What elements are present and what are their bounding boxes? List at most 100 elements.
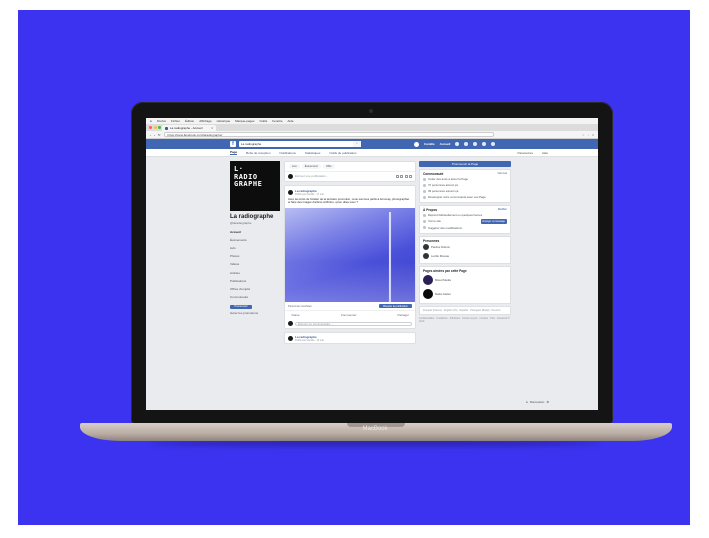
- photo-icon[interactable]: [395, 174, 399, 178]
- nav-item[interactable]: Communauté: [230, 294, 280, 302]
- manage-promotions-link[interactable]: Gérer les promotions: [230, 311, 280, 315]
- nav-item[interactable]: Événements: [230, 236, 280, 244]
- community-line[interactable]: Inviter des amis à aimer la Page: [428, 177, 468, 181]
- menu-item[interactable]: Historique: [217, 119, 231, 123]
- notifications-icon[interactable]: [473, 142, 478, 146]
- tab-notifications[interactable]: Notifications: [280, 151, 296, 155]
- post-text: Avec les Amis de l'Atelier de la dernièr…: [288, 196, 410, 205]
- promote-button[interactable]: Promouvoir: [230, 304, 252, 309]
- home-link[interactable]: Accueil: [440, 142, 451, 146]
- languages-card[interactable]: Français (France) · English (US) · Españ…: [419, 305, 511, 315]
- chat-label[interactable]: Discussion: [530, 400, 545, 404]
- liked-page-name[interactable]: Radio Atelier: [435, 292, 451, 296]
- comment-button[interactable]: Commenter: [341, 313, 357, 317]
- send-message-button[interactable]: Envoyer un message: [480, 219, 507, 224]
- liked-page-avatar[interactable]: [423, 274, 433, 285]
- page-profile-picture[interactable]: L· RADIO GRAPHE: [230, 161, 280, 211]
- tab-page[interactable]: Page: [230, 150, 238, 155]
- tag-icon[interactable]: [404, 174, 408, 178]
- post-photo[interactable]: [285, 207, 415, 302]
- edit-link[interactable]: Modifier: [498, 208, 507, 212]
- menu-icon[interactable]: ≡: [592, 133, 594, 137]
- person-name[interactable]: Pauline Dubois: [431, 245, 450, 249]
- about-line[interactable]: Suggérer des modifications: [428, 226, 462, 230]
- menu-item[interactable]: Outils: [260, 119, 268, 123]
- address-bar-row: ‹ › ↻ https://www.facebook.com/laradiogr…: [146, 131, 598, 139]
- menu-item[interactable]: Firefox: [157, 119, 166, 123]
- help-icon[interactable]: [482, 142, 487, 146]
- community-line[interactable]: Développer votre communauté avec une Pag…: [428, 195, 486, 199]
- tab-insights[interactable]: Statistiques: [305, 151, 321, 155]
- post-avatar[interactable]: [288, 189, 293, 195]
- nav-item[interactable]: Photos: [230, 253, 280, 261]
- close-window-button[interactable]: [149, 126, 152, 129]
- menu-item[interactable]: Fenêtre: [272, 119, 282, 123]
- like-button[interactable]: J'aime: [291, 313, 300, 317]
- menu-item[interactable]: Affichage: [199, 119, 211, 123]
- chat-bar[interactable]: ● Discussion ⚙: [526, 400, 549, 404]
- page-nav: Accueil Événements Avis Photos Vidéos Ar…: [230, 228, 280, 302]
- more-icon[interactable]: [409, 174, 412, 178]
- post-meta: Publié par Camille · 16 mai ·: [295, 339, 326, 343]
- footer-links[interactable]: Confidentialité · Conditions · Publicité…: [419, 317, 511, 323]
- url-field[interactable]: https://www.facebook.com/laradiographe/: [163, 132, 494, 137]
- device-brand: MacBook: [362, 426, 388, 432]
- nav-item[interactable]: Publications: [230, 277, 280, 285]
- community-card: Communauté Voir tout Inviter des amis à a…: [419, 169, 511, 204]
- tab-inbox[interactable]: Boîte de réception: [246, 151, 270, 155]
- event-button[interactable]: Événement: [301, 164, 321, 169]
- clock-icon: [423, 213, 426, 217]
- video-icon[interactable]: [400, 174, 403, 178]
- nav-item[interactable]: Vidéos: [230, 261, 280, 269]
- liked-page-avatar[interactable]: [423, 288, 433, 299]
- zoom-window-button[interactable]: [158, 126, 161, 129]
- page-name[interactable]: La radiographe: [230, 214, 280, 220]
- nav-item[interactable]: Accueil: [230, 228, 280, 236]
- person-avatar[interactable]: [423, 244, 429, 251]
- post-card: La radiographe Publié par Camille · 17 m…: [284, 184, 416, 330]
- minimize-window-button[interactable]: [153, 126, 157, 129]
- live-button[interactable]: Live: [289, 164, 300, 169]
- user-name[interactable]: Camille: [424, 142, 435, 146]
- person-avatar[interactable]: [423, 253, 429, 260]
- back-icon[interactable]: ‹: [150, 133, 151, 137]
- composer-input[interactable]: Écrivez une publication…: [295, 174, 329, 178]
- close-tab-icon[interactable]: ×: [211, 126, 213, 130]
- nav-item[interactable]: Avis: [230, 244, 280, 252]
- person-name[interactable]: Lucille Moreau: [431, 254, 449, 258]
- apple-icon[interactable]: ●: [150, 119, 152, 123]
- chat-settings-icon[interactable]: ⚙: [546, 400, 549, 404]
- page-username[interactable]: @laradiographe: [230, 221, 280, 225]
- user-avatar[interactable]: [414, 141, 419, 147]
- boost-button[interactable]: Booster la publication: [379, 303, 412, 309]
- menu-item[interactable]: Fichier: [171, 119, 180, 123]
- messenger-icon[interactable]: [464, 142, 469, 146]
- menu-item[interactable]: Marque-pages: [235, 119, 254, 123]
- see-all-link[interactable]: Voir tout: [497, 172, 507, 176]
- promote-page-button[interactable]: Promouvoir la Page: [419, 161, 511, 168]
- download-icon[interactable]: ↓: [588, 133, 590, 137]
- menu-item[interactable]: Édition: [185, 119, 194, 123]
- menu-item[interactable]: Aide: [288, 119, 294, 123]
- share-button[interactable]: Partager: [397, 313, 409, 317]
- post-avatar[interactable]: [288, 336, 293, 342]
- facebook-logo-icon[interactable]: f: [230, 141, 236, 147]
- tab-settings[interactable]: Paramètres: [517, 151, 533, 155]
- comment-input[interactable]: Écrivez un commentaire…: [295, 321, 412, 326]
- chat-dot-icon: ●: [526, 400, 528, 404]
- friends-icon[interactable]: [455, 142, 460, 146]
- about-line[interactable]: Voir le site: [428, 219, 441, 223]
- liked-page-name[interactable]: Mixed Media: [435, 278, 451, 282]
- tab-publishing-tools[interactable]: Outils de publication: [329, 151, 356, 155]
- search-icon[interactable]: ⌕: [353, 141, 361, 147]
- chevron-down-icon[interactable]: [491, 142, 496, 146]
- offer-button[interactable]: Offre: [322, 164, 335, 169]
- composer-card: Live Événement Offre Écrivez une publica…: [284, 161, 416, 182]
- tab-help[interactable]: Aide: [542, 151, 548, 155]
- reload-icon[interactable]: ↻: [158, 133, 161, 137]
- facebook-search-input[interactable]: La radiographe ⌕: [239, 141, 361, 147]
- nav-item[interactable]: Offres d’emploi: [230, 285, 280, 293]
- forward-icon[interactable]: ›: [154, 133, 155, 137]
- bookmark-icon[interactable]: ☆: [582, 133, 585, 137]
- nav-item[interactable]: Articles: [230, 269, 280, 277]
